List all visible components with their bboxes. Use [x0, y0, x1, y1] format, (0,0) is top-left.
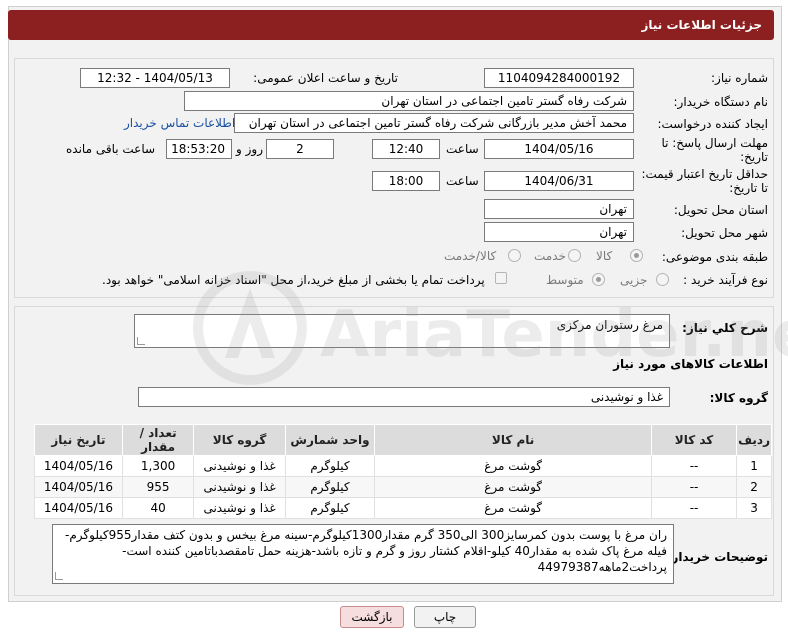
cell-unit: کیلوگرم — [284, 455, 376, 477]
print-button[interactable]: چاپ — [414, 606, 476, 628]
buyer-org-field: شرکت رفاه گستر تامین اجتماعی در استان ته… — [184, 91, 634, 111]
buyer-notes-label: توضیحات خریدار: — [666, 550, 768, 564]
cell-code: -- — [650, 476, 738, 498]
buyer-contact-link[interactable]: اطلاعات تماس خریدار — [124, 116, 235, 130]
cell-date: 1404/05/16 — [34, 476, 123, 498]
cell-code: -- — [650, 455, 738, 477]
cell-row: 3 — [736, 497, 772, 519]
col-date: تاریخ نیاز — [34, 424, 123, 456]
delivery-province-field: تهران — [484, 199, 634, 219]
cell-qty: 955 — [121, 476, 195, 498]
col-code: کد کالا — [650, 424, 738, 456]
requester-field: محمد آخش مدیر بازرگانی شرکت رفاه گستر تا… — [234, 113, 634, 133]
table-row: 1 -- گوشت مرغ کیلوگرم غذا و نوشیدنی 1,30… — [34, 455, 772, 477]
need-desc-label: شرح کلي نياز: — [682, 321, 768, 335]
validity-date-field: 1404/06/31 — [484, 171, 634, 191]
reply-deadline-label: مهلت ارسال پاسخ: تا تاریخ: — [648, 136, 768, 164]
reply-date-field: 1404/05/16 — [484, 139, 634, 159]
cell-row: 2 — [736, 476, 772, 498]
cell-name: گوشت مرغ — [374, 455, 652, 477]
cell-group: غذا و نوشیدنی — [193, 497, 286, 519]
goods-table: ردیف کد کالا نام کالا واحد شمارش گروه کا… — [34, 424, 772, 519]
cell-code: -- — [650, 497, 738, 519]
reply-time-field: 12:40 — [372, 139, 440, 159]
category-goods-radio[interactable] — [630, 249, 643, 262]
cell-qty: 1,300 — [121, 455, 195, 477]
delivery-province-label: استان محل تحویل: — [673, 203, 768, 217]
purchase-type-label: نوع فرآیند خرید : — [683, 273, 768, 287]
category-label: طبقه بندی موضوعی: — [661, 250, 768, 264]
validity-time-field: 18:00 — [372, 171, 440, 191]
category-service-radio[interactable] — [568, 249, 581, 262]
category-goods-service-radio[interactable] — [508, 249, 521, 262]
cell-name: گوشت مرغ — [374, 476, 652, 498]
delivery-city-field: تهران — [484, 222, 634, 242]
cell-row: 1 — [736, 455, 772, 477]
remaining-time-field: 18:53:20 — [166, 139, 232, 159]
category-goods-service-label: کالا/خدمت — [444, 249, 497, 263]
price-validity-text: حداقل تاریخ اعتبار قیمت: تا تاریخ: — [641, 167, 768, 195]
goods-group-label: گروه کالا: — [709, 391, 768, 405]
col-row: ردیف — [736, 424, 772, 456]
reply-deadline-text: مهلت ارسال پاسخ: تا تاریخ: — [661, 136, 768, 164]
category-goods-label: کالا — [596, 249, 613, 263]
purchase-minor-radio[interactable] — [656, 273, 669, 286]
cell-name: گوشت مرغ — [374, 497, 652, 519]
cell-unit: کیلوگرم — [284, 476, 376, 498]
day-and-label: روز و — [236, 142, 263, 156]
cell-qty: 40 — [121, 497, 195, 519]
col-name: نام کالا — [374, 424, 652, 456]
table-header-row: ردیف کد کالا نام کالا واحد شمارش گروه کا… — [34, 424, 772, 456]
need-number-field: 1104094284000192 — [484, 68, 634, 88]
category-service-label: خدمت — [534, 249, 566, 263]
buyer-notes-resize-handle[interactable] — [55, 572, 63, 580]
announce-datetime-label: تاریخ و ساعت اعلان عمومی: — [253, 71, 398, 85]
col-group: گروه کالا — [193, 424, 286, 456]
delivery-city-label: شهر محل تحویل: — [681, 226, 768, 240]
reply-days-field: 2 — [266, 139, 334, 159]
col-unit: واحد شمارش — [284, 424, 376, 456]
need-number-label: شماره نیاز: — [711, 71, 768, 85]
cell-group: غذا و نوشیدنی — [193, 476, 286, 498]
purchase-medium-label: متوسط — [546, 273, 584, 287]
table-row: 2 -- گوشت مرغ کیلوگرم غذا و نوشیدنی 955 … — [34, 476, 772, 498]
remaining-label: ساعت باقی مانده — [66, 142, 156, 156]
need-desc-field: مرغ رستوران مرکزی — [134, 314, 670, 348]
price-validity-label: حداقل تاریخ اعتبار قیمت: تا تاریخ: — [638, 167, 768, 195]
table-row: 3 -- گوشت مرغ کیلوگرم غذا و نوشیدنی 40 1… — [34, 497, 772, 519]
buyer-org-label: نام دستگاه خریدار: — [673, 95, 769, 109]
back-button[interactable]: بازگشت — [340, 606, 404, 628]
col-qty: تعداد / مقدار — [121, 424, 195, 456]
treasury-checkbox[interactable] — [495, 272, 507, 284]
purchase-medium-radio[interactable] — [592, 273, 605, 286]
goods-info-heading: اطلاعات کالاهای مورد نیاز — [613, 357, 768, 371]
validity-time-label: ساعت — [446, 174, 479, 188]
requester-label: ایجاد کننده درخواست: — [657, 117, 768, 131]
page-title: جزئیات اطلاعات نیاز — [8, 10, 774, 40]
cell-date: 1404/05/16 — [34, 497, 123, 519]
cell-unit: کیلوگرم — [284, 497, 376, 519]
goods-group-field: غذا و نوشیدنی — [138, 387, 670, 407]
cell-date: 1404/05/16 — [34, 455, 123, 477]
purchase-minor-label: جزیی — [620, 273, 648, 287]
cell-group: غذا و نوشیدنی — [193, 455, 286, 477]
buyer-notes-field: ران مرغ با پوست بدون کمرسایز300 الی350 گ… — [52, 524, 674, 584]
announce-datetime-field: 1404/05/13 - 12:32 — [80, 68, 230, 88]
reply-time-label: ساعت — [446, 142, 479, 156]
treasury-note: پرداخت تمام یا بخشی از مبلغ خرید،از محل … — [102, 273, 485, 287]
need-desc-resize-handle[interactable] — [137, 337, 145, 345]
